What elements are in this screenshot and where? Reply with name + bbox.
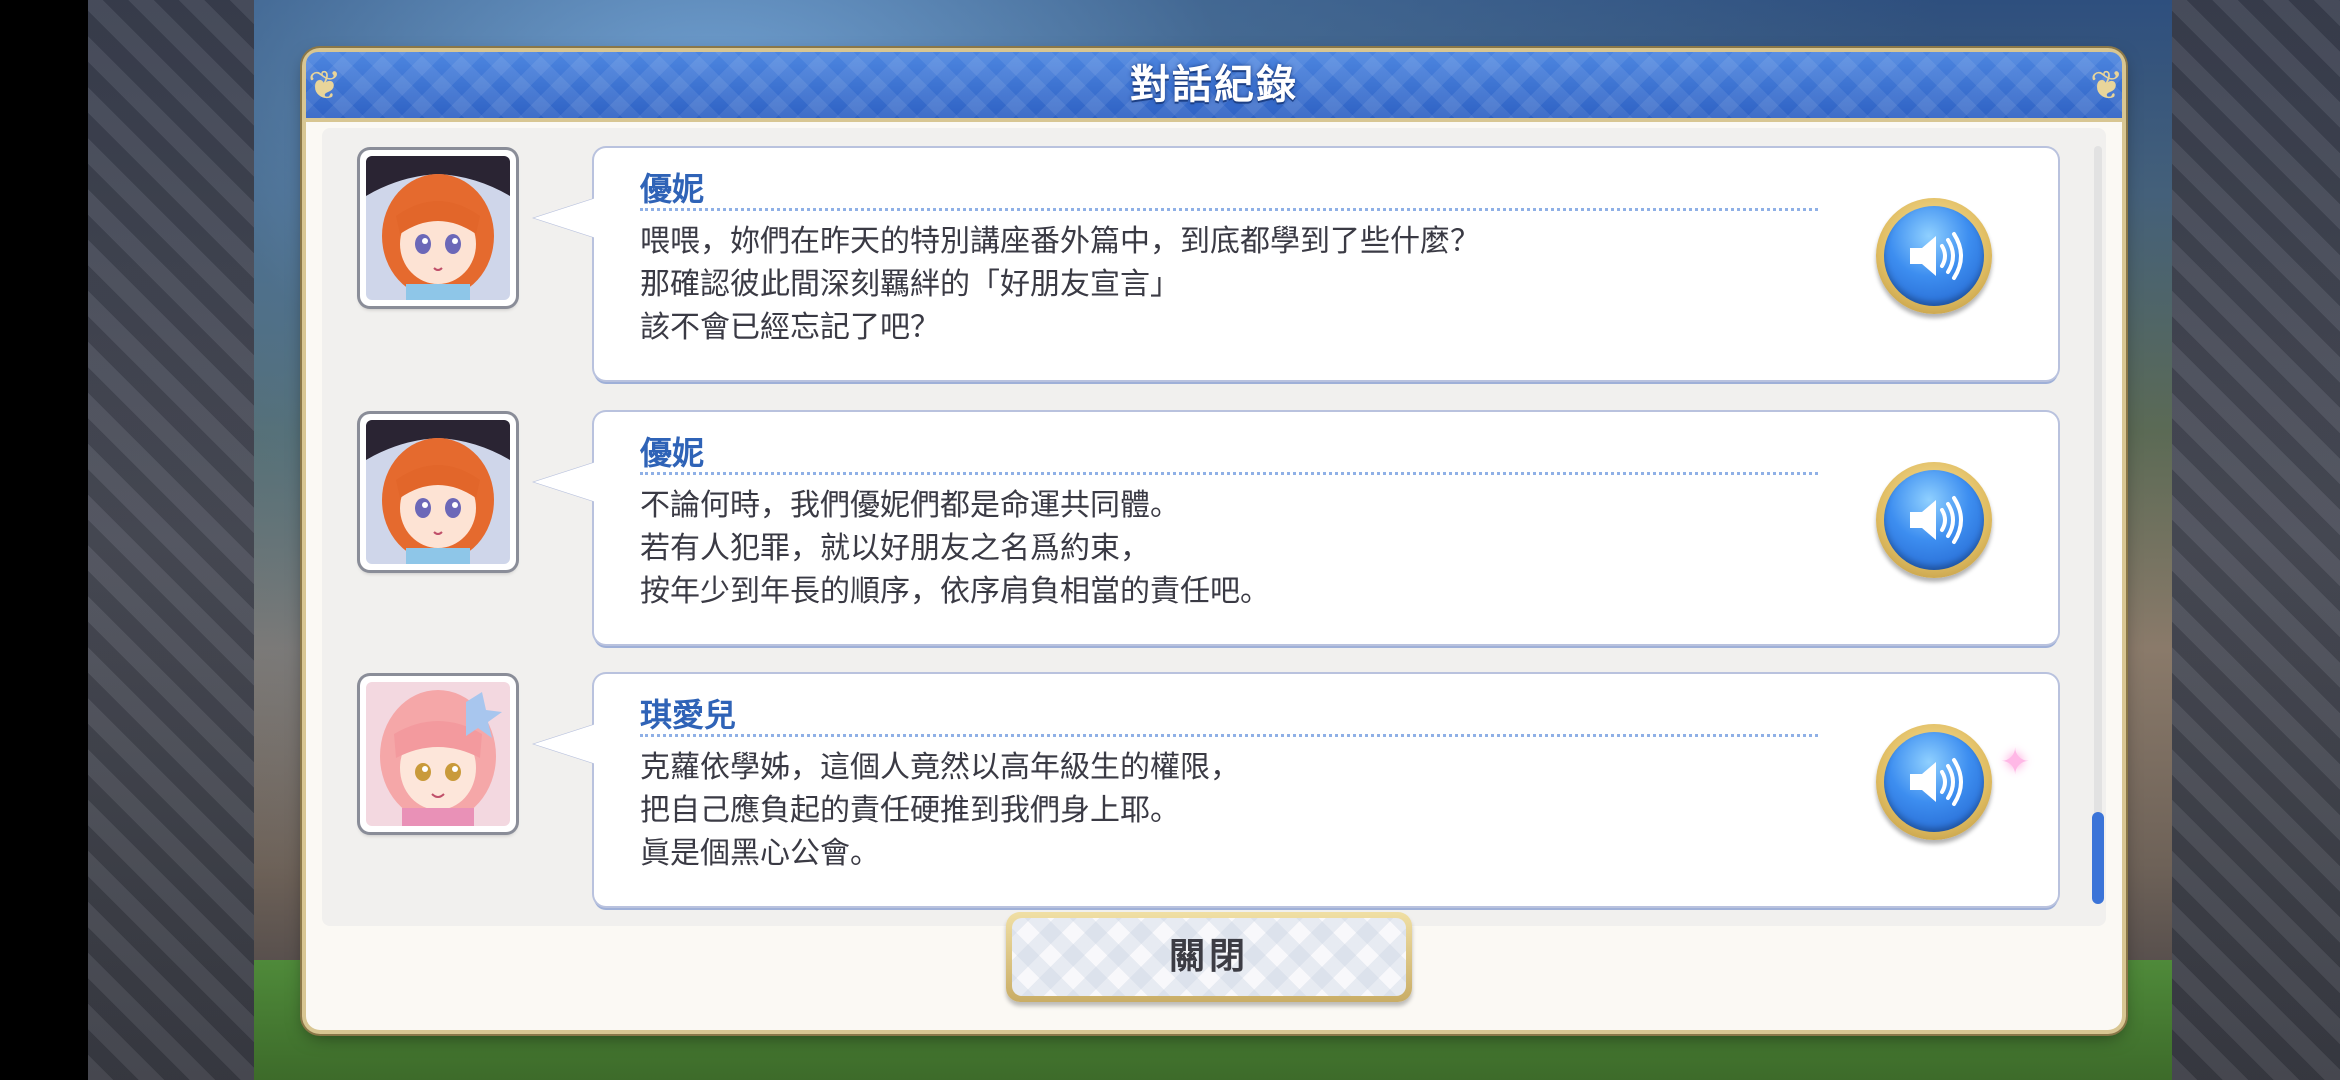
background-pattern-right bbox=[2172, 0, 2340, 1080]
bubble-tail bbox=[534, 198, 596, 238]
voice-replay-button[interactable] bbox=[1876, 724, 1992, 840]
dialogue-line: 該不會已經忘記了吧？ bbox=[640, 310, 940, 345]
dialogue-line: 那確認彼此間深刻羈絆的「好朋友宣言」 bbox=[640, 267, 1180, 302]
close-button[interactable]: 關閉 bbox=[1006, 912, 1412, 1002]
ornament-right-icon: ❦ bbox=[2090, 63, 2124, 109]
voice-replay-button[interactable] bbox=[1876, 462, 1992, 578]
dialogue-log-list[interactable]: 優妮 喂喂，妳們在昨天的特別講座番外篇中，到底都學到了些什麼？ 那確認彼此間深刻… bbox=[322, 128, 2106, 926]
dialogue-log-window: ❦ 對話紀錄 ❦ 優妮 喂喂，妳們在昨天的特別講座番外篇中，到底都學到了些什麼？… bbox=[306, 52, 2124, 1030]
voice-button-face bbox=[1884, 206, 1984, 306]
dialogue-text: 不論何時，我們優妮們都是命運共同體。 若有人犯罪，就以好朋友之名爲約束， 按年少… bbox=[640, 484, 1790, 613]
letterbox-left bbox=[0, 0, 88, 1080]
speaker-name: 優妮 bbox=[640, 170, 705, 208]
dialogue-line: 喂喂，妳們在昨天的特別講座番外篇中，到底都學到了些什麼？ bbox=[640, 224, 1480, 259]
dialogue-bubble: 優妮 不論何時，我們優妮們都是命運共同體。 若有人犯罪，就以好朋友之名爲約束， … bbox=[534, 412, 2058, 644]
character-portrait-yuni bbox=[366, 156, 510, 300]
voice-replay-button[interactable] bbox=[1876, 198, 1992, 314]
dialogue-line: 把自己應負起的責任硬推到我們身上耶。 bbox=[640, 793, 1180, 828]
game-screen: ❦ 對話紀錄 ❦ 優妮 喂喂，妳們在昨天的特別講座番外篇中，到底都學到了些什麼？… bbox=[0, 0, 2340, 1080]
dialogue-line: 按年少到年長的順序，依序肩負相當的責任吧。 bbox=[640, 574, 1270, 609]
log-entry: 優妮 喂喂，妳們在昨天的特別講座番外篇中，到底都學到了些什麼？ 那確認彼此間深刻… bbox=[322, 128, 2106, 380]
scrollbar-thumb[interactable] bbox=[2092, 812, 2104, 904]
log-entry: 琪愛兒 克蘿依學姊，這個人竟然以高年級生的權限， 把自己應負起的責任硬推到我們身… bbox=[322, 654, 2106, 906]
character-portrait-yuni bbox=[366, 420, 510, 564]
name-divider bbox=[640, 208, 1818, 211]
dialogue-line: 眞是個黑心公會。 bbox=[640, 836, 880, 871]
scrollbar-track[interactable] bbox=[2094, 146, 2102, 846]
dialogue-bubble: 優妮 喂喂，妳們在昨天的特別講座番外篇中，到底都學到了些什麼？ 那確認彼此間深刻… bbox=[534, 148, 2058, 380]
portrait-frame bbox=[360, 414, 516, 570]
speaker-icon bbox=[1910, 232, 1963, 280]
dialog-header: ❦ 對話紀錄 ❦ bbox=[306, 52, 2124, 122]
speaker-icon bbox=[1910, 758, 1963, 806]
dialogue-line: 不論何時，我們優妮們都是命運共同體。 bbox=[640, 488, 1180, 523]
sparkle-icon: ✦ bbox=[2000, 742, 2031, 783]
dialogue-bubble: 琪愛兒 克蘿依學姊，這個人竟然以高年級生的權限， 把自己應負起的責任硬推到我們身… bbox=[534, 674, 2058, 906]
dialog-title: 對話紀錄 bbox=[1130, 62, 1298, 108]
close-button-label: 關閉 bbox=[1168, 936, 1249, 977]
background-pattern-left bbox=[88, 0, 254, 1080]
dialogue-line: 克蘿依學姊，這個人竟然以高年級生的權限， bbox=[640, 750, 1240, 785]
speaker-icon bbox=[1910, 496, 1963, 544]
portrait-frame bbox=[360, 150, 516, 306]
voice-button-face bbox=[1884, 470, 1984, 570]
close-button-face: 關閉 bbox=[1012, 918, 1406, 996]
character-portrait-chieru bbox=[366, 682, 510, 826]
voice-button-face bbox=[1884, 732, 1984, 832]
bubble-tail bbox=[534, 724, 596, 764]
speaker-name: 琪愛兒 bbox=[640, 696, 737, 734]
log-entry: 優妮 不論何時，我們優妮們都是命運共同體。 若有人犯罪，就以好朋友之名爲約束， … bbox=[322, 392, 2106, 644]
portrait-frame bbox=[360, 676, 516, 832]
dialogue-text: 克蘿依學姊，這個人竟然以高年級生的權限， 把自己應負起的責任硬推到我們身上耶。 … bbox=[640, 746, 1790, 875]
bubble-tail bbox=[534, 462, 596, 502]
name-divider bbox=[640, 734, 1818, 737]
dialogue-line: 若有人犯罪，就以好朋友之名爲約束， bbox=[640, 531, 1150, 566]
dialogue-text: 喂喂，妳們在昨天的特別講座番外篇中，到底都學到了些什麼？ 那確認彼此間深刻羈絆的… bbox=[640, 220, 1790, 349]
speaker-name: 優妮 bbox=[640, 434, 705, 472]
name-divider bbox=[640, 472, 1818, 475]
